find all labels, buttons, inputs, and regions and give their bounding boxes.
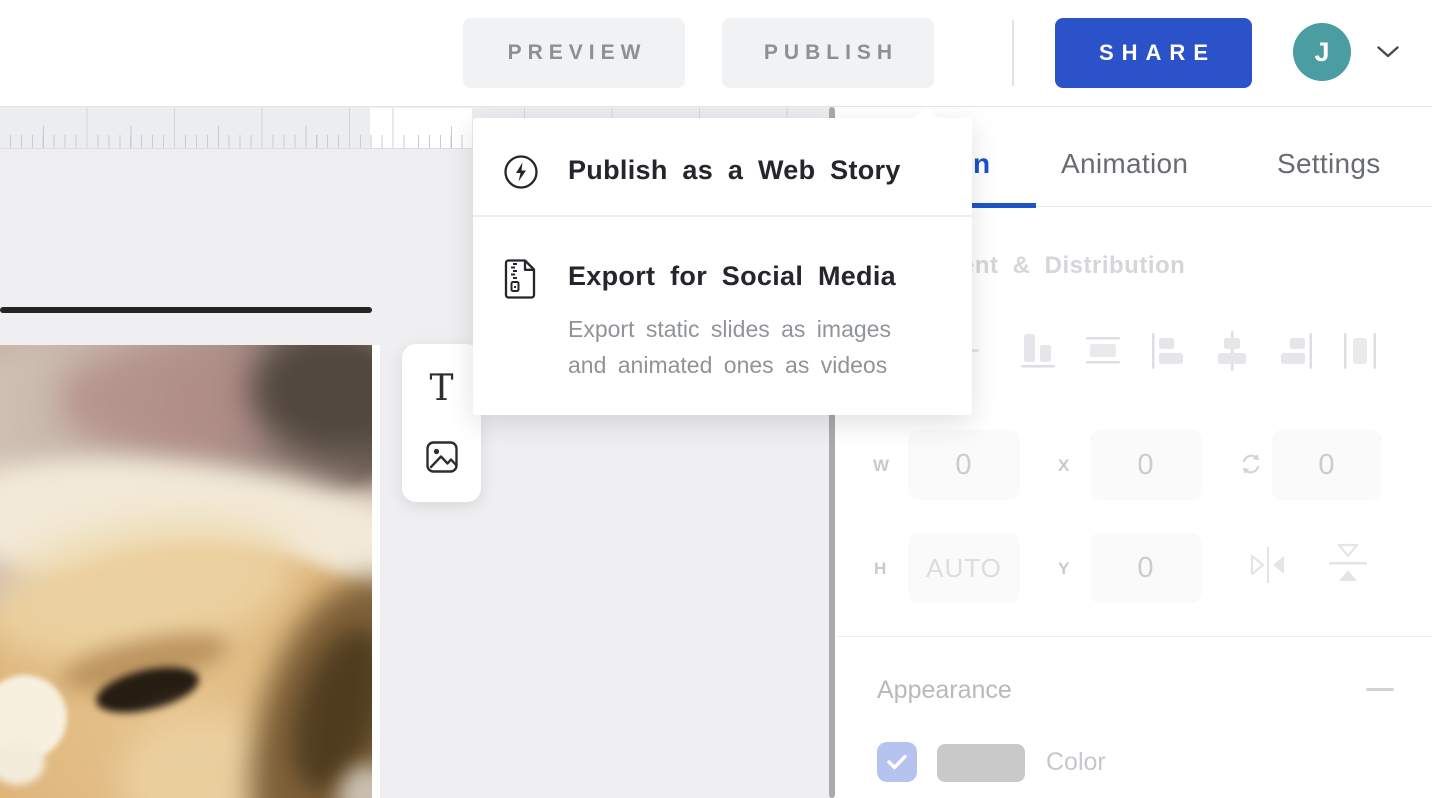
color-label: Color <box>1046 748 1106 777</box>
topbar-divider <box>1012 20 1014 86</box>
app-window: T n Animation Settings ent & Distributio… <box>0 0 1432 798</box>
width-label: W <box>873 456 890 476</box>
tab-settings[interactable]: Settings <box>1277 148 1381 180</box>
preview-button[interactable]: PREVIEW <box>463 18 685 88</box>
canvas-line-element[interactable] <box>0 307 372 313</box>
alignment-distribution-title: ent & Distribution <box>961 252 1185 280</box>
tool-palette: T <box>402 344 481 502</box>
distribute-vertical-icon[interactable] <box>1085 330 1121 372</box>
chevron-down-icon[interactable] <box>1376 45 1400 64</box>
lightning-circle-icon <box>503 154 539 190</box>
menu-item-description-line1: Export static slides as images <box>568 316 891 343</box>
flip-horizontal-icon[interactable] <box>1246 545 1290 588</box>
zip-file-icon <box>503 259 537 299</box>
x-label: X <box>1058 456 1070 476</box>
color-swatch[interactable] <box>937 744 1025 782</box>
collapse-section-icon[interactable] <box>1366 686 1396 692</box>
tab-animation[interactable]: Animation <box>1061 148 1188 180</box>
align-right-icon[interactable] <box>1278 330 1314 372</box>
flip-vertical-icon[interactable] <box>1326 540 1370 591</box>
width-field[interactable]: 0 <box>908 430 1020 500</box>
distribute-horizontal-icon[interactable] <box>1342 330 1378 372</box>
avatar[interactable]: J <box>1293 23 1351 81</box>
align-left-icon[interactable] <box>1150 330 1186 372</box>
y-field[interactable]: 0 <box>1090 533 1202 603</box>
appearance-title: Appearance <box>877 676 1012 705</box>
checkmark-icon <box>887 754 907 770</box>
height-label: H <box>874 559 887 579</box>
rotation-icon <box>1239 451 1263 480</box>
y-label: Y <box>1058 559 1070 579</box>
share-button[interactable]: SHARE <box>1055 18 1252 88</box>
publish-button[interactable]: PUBLISH <box>722 18 934 88</box>
active-tab-underline <box>964 203 1036 208</box>
image-tool-icon[interactable] <box>418 433 466 481</box>
menu-item-title: Export for Social Media <box>568 261 896 292</box>
slide-edge <box>372 345 380 798</box>
menu-item-description-line2: and animated ones as videos <box>568 352 887 379</box>
dog-photo[interactable] <box>0 345 372 798</box>
color-enabled-checkbox[interactable] <box>877 742 917 782</box>
publish-dropdown-menu: Publish as a Web Story Export for Social… <box>473 118 972 415</box>
menu-item-publish-web-story[interactable]: Publish as a Web Story <box>473 118 972 215</box>
top-bar: PREVIEW PUBLISH SHARE J <box>0 0 1432 107</box>
rotation-field[interactable]: 0 <box>1272 430 1382 500</box>
menu-item-title: Publish as a Web Story <box>568 155 901 186</box>
section-divider <box>837 636 1432 637</box>
text-tool-icon[interactable]: T <box>418 365 466 413</box>
height-field[interactable]: AUTO <box>908 533 1020 603</box>
align-center-vertical-icon[interactable] <box>1214 330 1250 372</box>
x-field[interactable]: 0 <box>1090 430 1202 500</box>
menu-item-export-social-media[interactable]: Export for Social Media Export static sl… <box>473 215 972 415</box>
tab-design[interactable]: n <box>973 148 990 180</box>
ruler-highlight <box>370 108 472 149</box>
align-bottom-icon[interactable] <box>1020 330 1056 372</box>
